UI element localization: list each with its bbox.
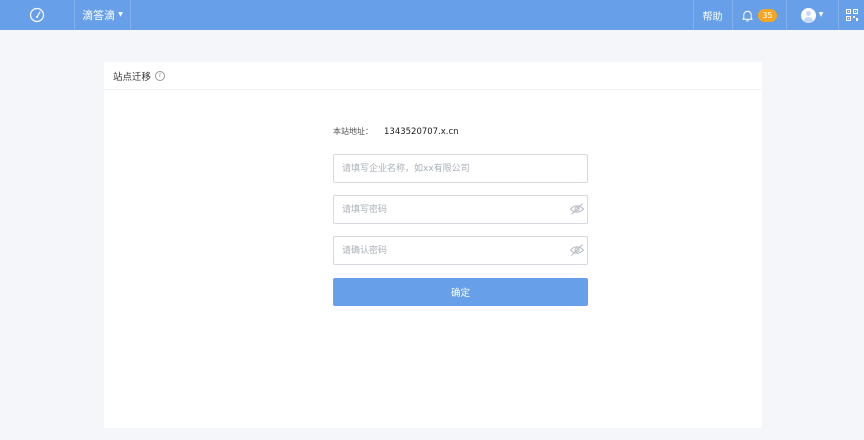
speedometer-icon [29,7,45,23]
avatar [800,7,816,23]
panel-title: 站点迁移 [113,71,152,83]
divider [130,0,131,30]
company-name-field [333,154,588,183]
qr-code-icon [845,9,858,21]
site-address-row: 本站地址： 1343520707.x.cn [333,126,459,137]
notifications-button[interactable]: 35 [733,0,785,30]
confirm-button[interactable]: 确定 [333,278,588,306]
top-navigation-bar: 滴答滴 ▼ 帮助 35 ▼ [0,0,864,30]
app-switcher-dropdown[interactable]: 滴答滴 ▼ [75,0,130,30]
password-field [333,195,588,224]
caret-down-icon: ▼ [118,11,123,18]
app-name: 滴答滴 [82,9,116,22]
help-link[interactable]: 帮助 [694,0,731,30]
confirm-password-field [333,236,588,265]
bell-icon [742,10,754,22]
site-migration-panel: 站点迁移 i 本站地址： 1343520707.x.cn 请填写企业名称，如xx… [104,62,762,428]
password-input[interactable] [334,196,587,223]
eye-slash-icon[interactable] [569,242,585,258]
info-icon[interactable]: i [155,70,166,81]
caret-down-icon: ▼ [818,11,824,18]
panel-header: 站点迁移 i [104,62,762,90]
home-logo[interactable] [0,0,74,30]
site-address-value: 1343520707.x.cn [384,126,459,137]
user-menu-dropdown[interactable]: ▼ [787,0,837,30]
site-address-label: 本站地址： [333,127,373,136]
notification-count-badge: 35 [758,8,777,22]
qr-code-button[interactable] [839,0,864,30]
confirm-password-input[interactable] [334,237,587,264]
company-name-input[interactable] [334,155,587,182]
eye-slash-icon[interactable] [569,201,585,217]
